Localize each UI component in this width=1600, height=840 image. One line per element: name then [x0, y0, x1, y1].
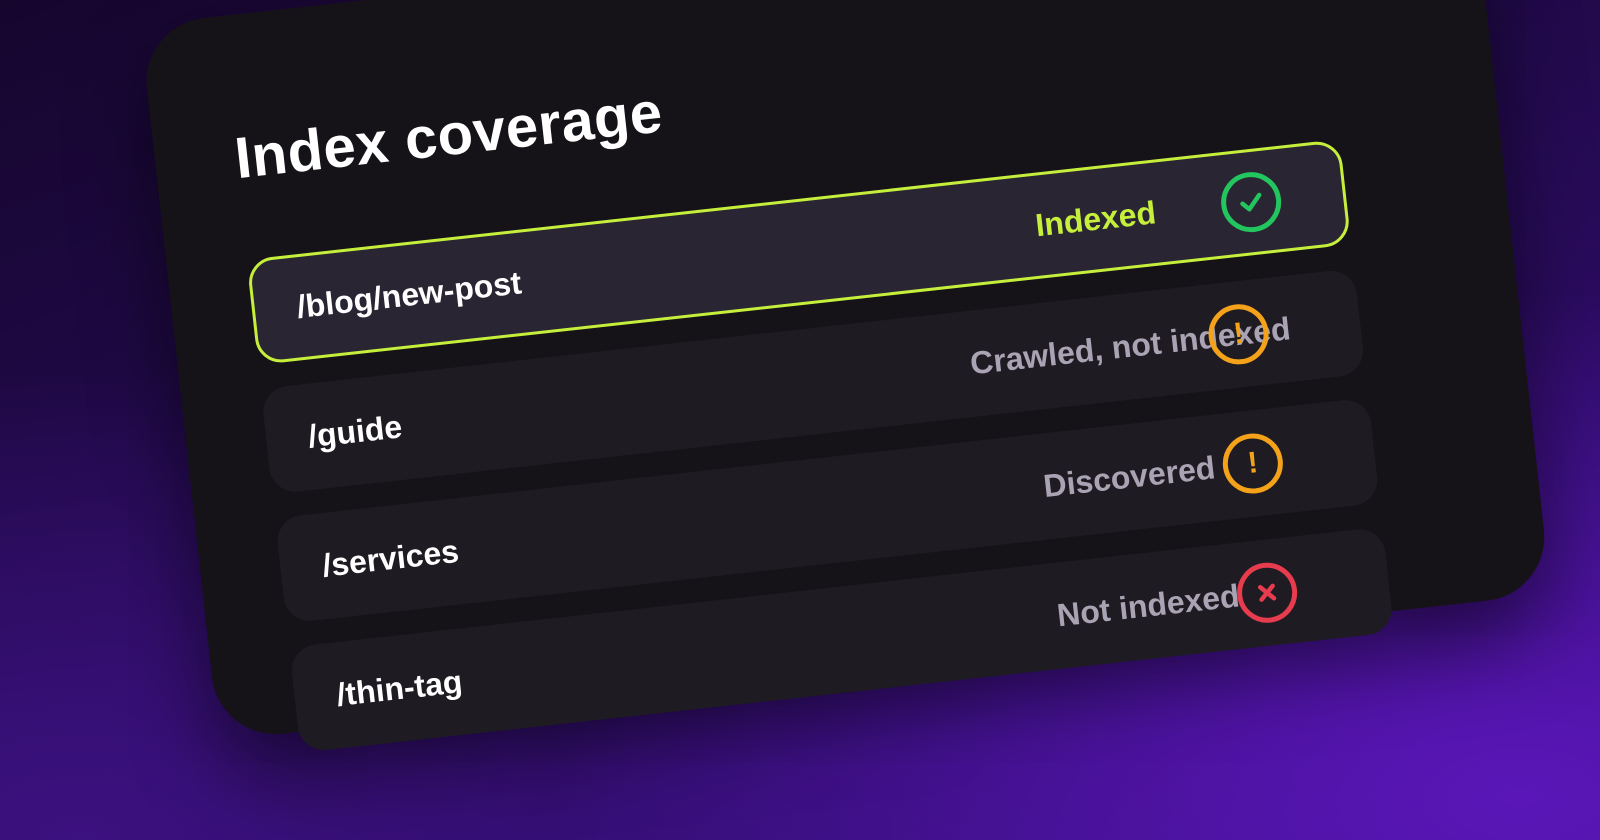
row-path: /blog/new-post: [294, 264, 524, 325]
row-path: /thin-tag: [334, 663, 465, 713]
exclamation-circle-icon: !: [1219, 430, 1286, 497]
row-status: Not indexed: [1055, 577, 1242, 634]
x-circle-icon: [1233, 559, 1301, 626]
row-status: Discovered: [1041, 449, 1217, 505]
row-path: /services: [320, 532, 461, 584]
card-title: Index coverage: [231, 79, 666, 192]
index-coverage-card: Index coverage /blog/new-post Indexed /g…: [140, 0, 1551, 753]
exclamation-circle-icon: !: [1205, 301, 1272, 368]
exclamation-mark: !: [1231, 316, 1246, 351]
row-path: /guide: [306, 408, 404, 455]
exclamation-mark: !: [1246, 446, 1260, 480]
row-status: Indexed: [1033, 194, 1158, 244]
check-circle-icon: [1218, 169, 1285, 236]
